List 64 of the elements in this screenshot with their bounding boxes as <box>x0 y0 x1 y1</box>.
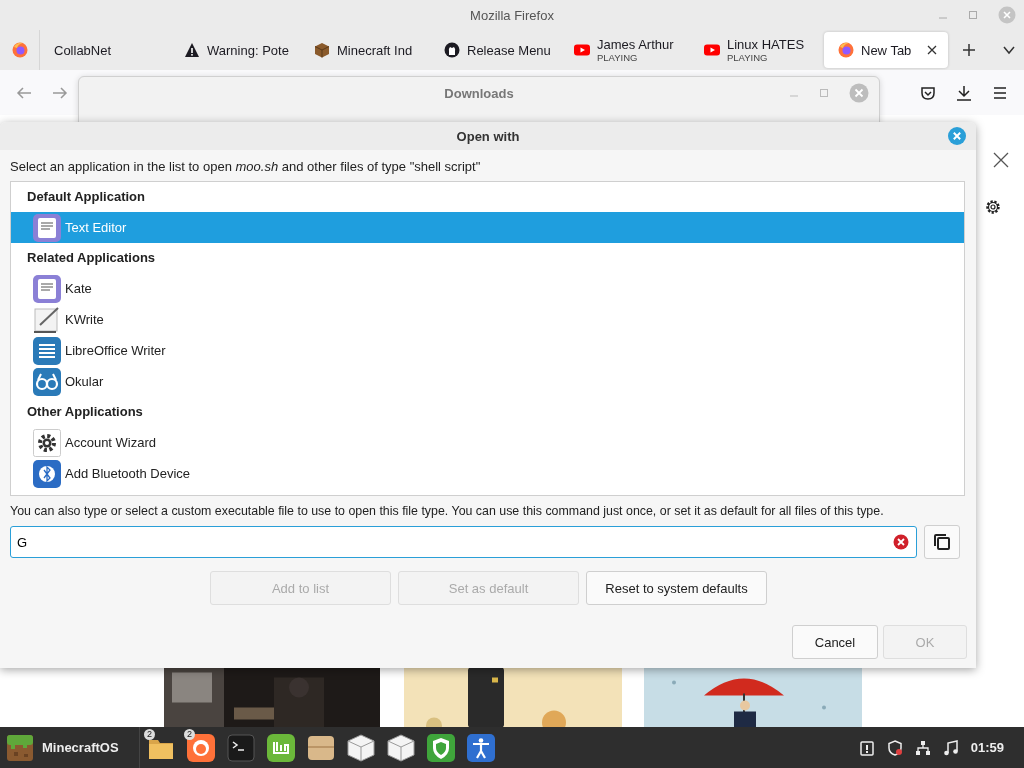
instruction-text: Select an application in the list to open moo.sh and other files of type "shell script" <box>10 159 482 176</box>
glasses-icon <box>32 366 62 397</box>
section-heading: Other Applications <box>26 403 144 421</box>
gear-icon <box>32 427 62 458</box>
menu-icon[interactable] <box>992 84 1008 101</box>
count-badge: 2 <box>144 728 155 740</box>
network-icon[interactable] <box>914 739 931 756</box>
dialog-title: Open with <box>456 128 520 144</box>
app-list-item[interactable]: LibreOffice Writer <box>11 335 964 366</box>
browser-tab[interactable]: Linux HATES PLAYING <box>690 32 820 68</box>
command-field[interactable]: G <box>10 526 917 558</box>
copy-icon <box>933 533 951 551</box>
clock-text[interactable]: 01:59 <box>970 740 1004 755</box>
accessibility-icon[interactable] <box>466 732 496 763</box>
cube-icon[interactable] <box>346 732 376 763</box>
close-icon[interactable] <box>993 152 1009 168</box>
warning-icon <box>184 42 200 58</box>
firefox-icon[interactable] <box>186 732 216 763</box>
browser-tab[interactable]: James Arthur PLAYING <box>560 32 690 68</box>
clear-icon[interactable] <box>893 534 909 550</box>
browse-button[interactable] <box>924 525 960 559</box>
settings-icon[interactable] <box>984 198 1002 216</box>
window-title: Mozilla Firefox <box>470 7 554 23</box>
video-icon <box>704 42 720 58</box>
plus-icon[interactable] <box>962 43 976 57</box>
count-badge: 2 <box>184 728 195 740</box>
pocket-icon[interactable] <box>920 84 936 101</box>
hint-text: You can also type or select a custom executable file to use to open this file type. You can use this command just once, or set it as default for all files of this type. <box>10 504 885 520</box>
browser-tab[interactable]: Minecraft Ind <box>300 32 430 68</box>
clipboard-icon[interactable] <box>858 739 875 756</box>
browser-tab[interactable]: CollabNet <box>40 32 170 68</box>
section-heading: Related Applications <box>26 249 157 267</box>
close-icon[interactable] <box>926 44 938 56</box>
shield-icon[interactable] <box>426 732 456 763</box>
firefox-icon <box>838 42 854 58</box>
block-icon <box>314 42 330 58</box>
firefox-icon <box>11 42 28 58</box>
app-list-item[interactable]: Add Bluetooth Device <box>11 458 964 489</box>
shield-icon[interactable] <box>886 739 903 756</box>
video-icon <box>574 42 590 58</box>
terminal-icon[interactable] <box>226 732 256 763</box>
forward-arrow-icon[interactable] <box>52 84 68 101</box>
bluetooth-icon <box>32 458 62 489</box>
app-list-item[interactable]: Kate <box>11 273 964 304</box>
writer-icon <box>32 335 62 366</box>
app-list-item[interactable]: Account Wizard <box>11 427 964 458</box>
document-icon <box>32 212 62 243</box>
browser-tab[interactable]: Warning: Pote <box>170 32 300 68</box>
back-arrow-icon[interactable] <box>16 84 32 101</box>
music-note-icon[interactable] <box>942 739 959 756</box>
section-heading: Default Application <box>26 188 146 206</box>
window-title: Downloads <box>444 85 514 101</box>
grass-block-icon <box>6 733 34 762</box>
document-icon <box>32 273 62 304</box>
cube-icon[interactable] <box>386 732 416 763</box>
browser-tab[interactable]: Release Menu <box>430 32 560 68</box>
dialog-button[interactable]: Cancel <box>792 625 878 659</box>
mint-icon[interactable] <box>266 732 296 763</box>
action-button[interactable]: Reset to system defaults <box>586 571 767 605</box>
start-menu-button[interactable]: MinecraftOS <box>0 727 140 768</box>
app-list-item[interactable]: KWrite <box>11 304 964 335</box>
download-icon[interactable] <box>956 84 972 101</box>
browser-tab[interactable]: New Tab <box>824 32 948 68</box>
app-list-item[interactable]: Okular <box>11 366 964 397</box>
